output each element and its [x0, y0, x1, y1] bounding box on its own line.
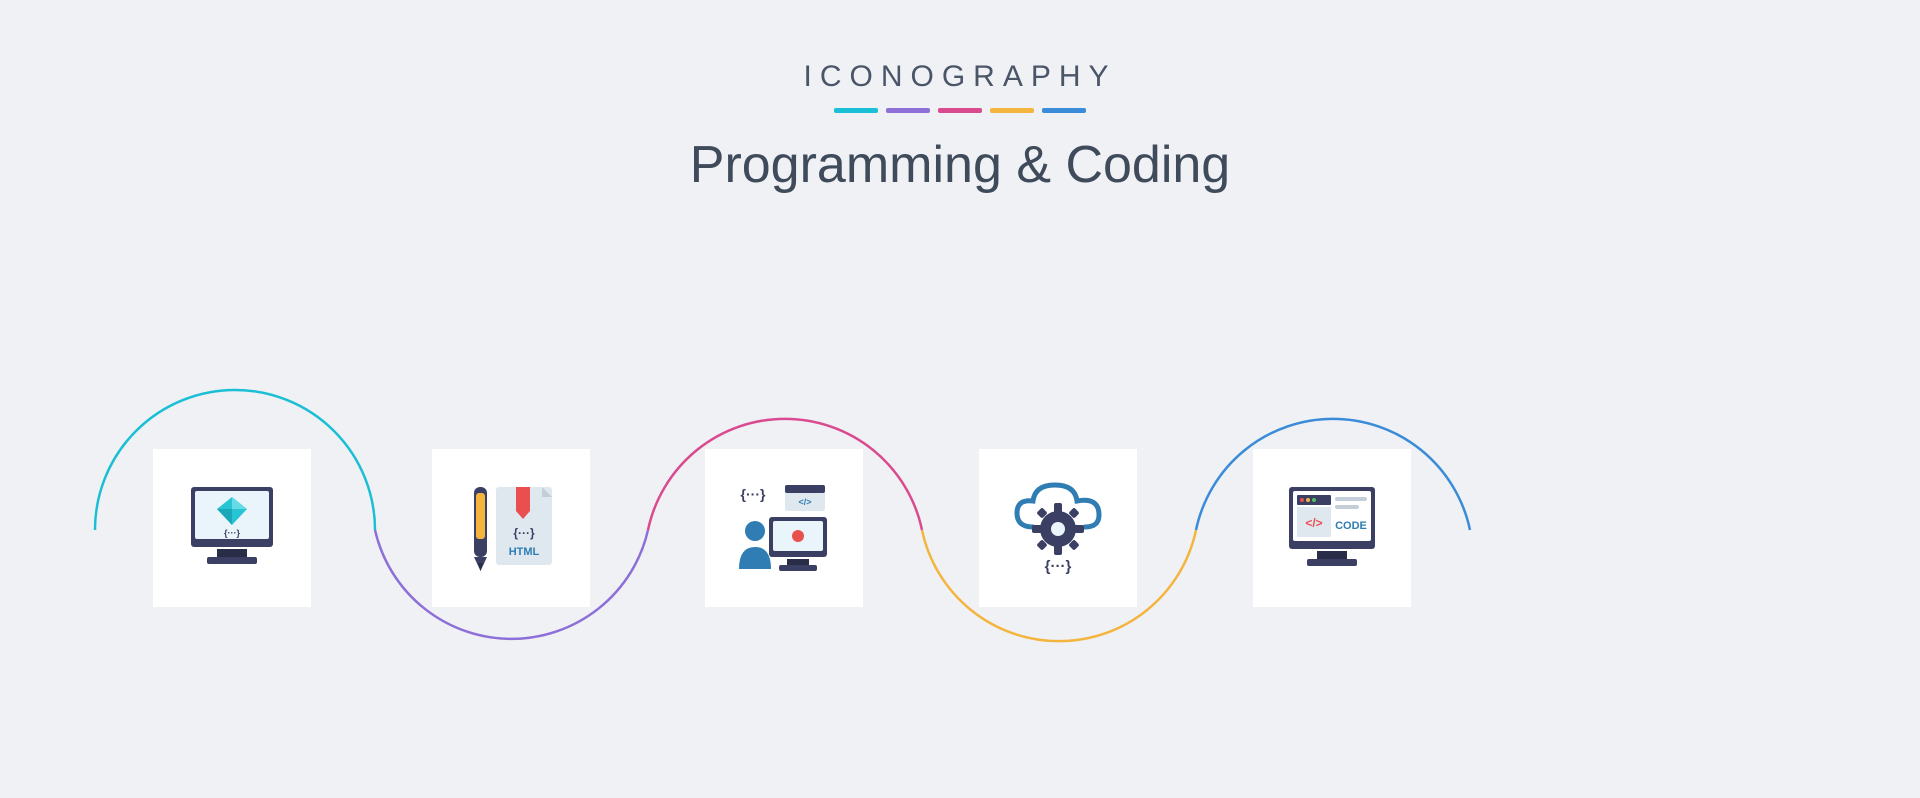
monitor-diamond-code-icon: {···} — [153, 449, 311, 607]
svg-text:{···}: {···} — [513, 526, 535, 540]
svg-text:</>: </> — [798, 497, 811, 507]
svg-text:{···}: {···} — [741, 486, 766, 502]
svg-text:{···}: {···} — [1045, 558, 1072, 575]
cloud-gear-code-icon: {···} — [979, 449, 1137, 607]
svg-text:</>: </> — [1305, 516, 1322, 530]
pen-html-file-icon: {···} HTML — [432, 449, 590, 607]
monitor-code-editor-icon: </> CODE — [1253, 449, 1411, 607]
svg-text:{···}: {···} — [224, 528, 240, 538]
developer-workspace-icon: {···} </> — [705, 449, 863, 607]
html-file-label: HTML — [509, 546, 540, 558]
wave-connector — [0, 0, 1920, 798]
code-editor-label: CODE — [1335, 520, 1367, 532]
